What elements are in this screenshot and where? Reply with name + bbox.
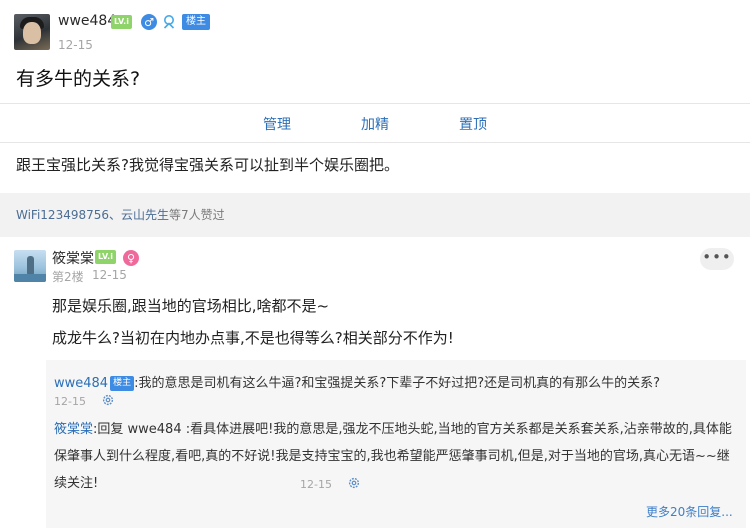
- floor-text-line: 那是娱乐圈,跟当地的官场相比,啥都不是~: [52, 297, 330, 315]
- sub-reply-time: 12-15: [300, 478, 332, 491]
- post-time: 12-15: [58, 38, 93, 52]
- avatar-figure: [27, 256, 34, 276]
- post-title: 有多牛的关系?: [16, 68, 141, 90]
- like-users[interactable]: WiFi123498756、云山先生: [16, 208, 169, 222]
- floor-text-line: 成龙牛么?当初在内地办点事,不是也得等么?相关部分不作为!: [52, 329, 454, 347]
- likes-summary[interactable]: WiFi123498756、云山先生等7人赞过: [16, 206, 225, 223]
- female-icon: ♀: [123, 250, 139, 266]
- more-icon[interactable]: •••: [700, 248, 734, 270]
- floor-author-avatar[interactable]: [14, 250, 46, 282]
- settings-icon[interactable]: [347, 476, 361, 490]
- author-name[interactable]: wwe484: [58, 13, 116, 29]
- sub-reply-text: :回复 wwe484 :看具体进展吧!我的意思是,强龙不压地头蛇,当地的官方关系…: [54, 422, 732, 491]
- owner-badge: 楼主: [182, 14, 210, 30]
- manage-button[interactable]: 管理: [263, 114, 291, 134]
- post-body: 跟王宝强比关系?我觉得宝强关系可以扯到半个娱乐圈把。: [16, 156, 399, 174]
- pin-button[interactable]: 置顶: [459, 114, 487, 134]
- owner-badge: 楼主: [110, 376, 135, 391]
- sub-reply: wwe484 楼主:我的意思是司机有这么牛逼?和宝强提关系?下辈子不好过把?还是司…: [54, 372, 660, 391]
- feature-button[interactable]: 加精: [361, 114, 389, 134]
- like-suffix: 等7人赞过: [169, 208, 225, 222]
- level-badge: LV.i: [111, 15, 132, 29]
- divider: [0, 103, 750, 104]
- sub-reply-text: :我的意思是司机有这么牛逼?和宝强提关系?下辈子不好过把?还是司机真的有那么牛的…: [134, 376, 661, 391]
- floor-level-badge: LV.i: [95, 250, 116, 264]
- floor-time: 12-15: [92, 268, 127, 282]
- divider: [0, 142, 750, 143]
- more-replies-link[interactable]: 更多20条回复...: [646, 503, 733, 520]
- settings-icon[interactable]: [101, 393, 115, 407]
- male-icon: ♂: [141, 14, 157, 30]
- floor-author-name[interactable]: 筱棠棠: [52, 248, 94, 268]
- sub-reply-author[interactable]: 筱棠棠: [54, 422, 93, 437]
- vip-icon: [161, 14, 177, 30]
- author-avatar[interactable]: [14, 14, 50, 50]
- sub-reply: 筱棠棠:回复 wwe484 :看具体进展吧!我的意思是,强龙不压地头蛇,当地的官…: [54, 416, 740, 497]
- avatar-water: [14, 274, 46, 282]
- sub-reply-time: 12-15: [54, 395, 86, 408]
- avatar-face: [23, 22, 41, 44]
- floor-number: 第2楼: [52, 270, 84, 284]
- sub-reply-author[interactable]: wwe484: [54, 376, 108, 391]
